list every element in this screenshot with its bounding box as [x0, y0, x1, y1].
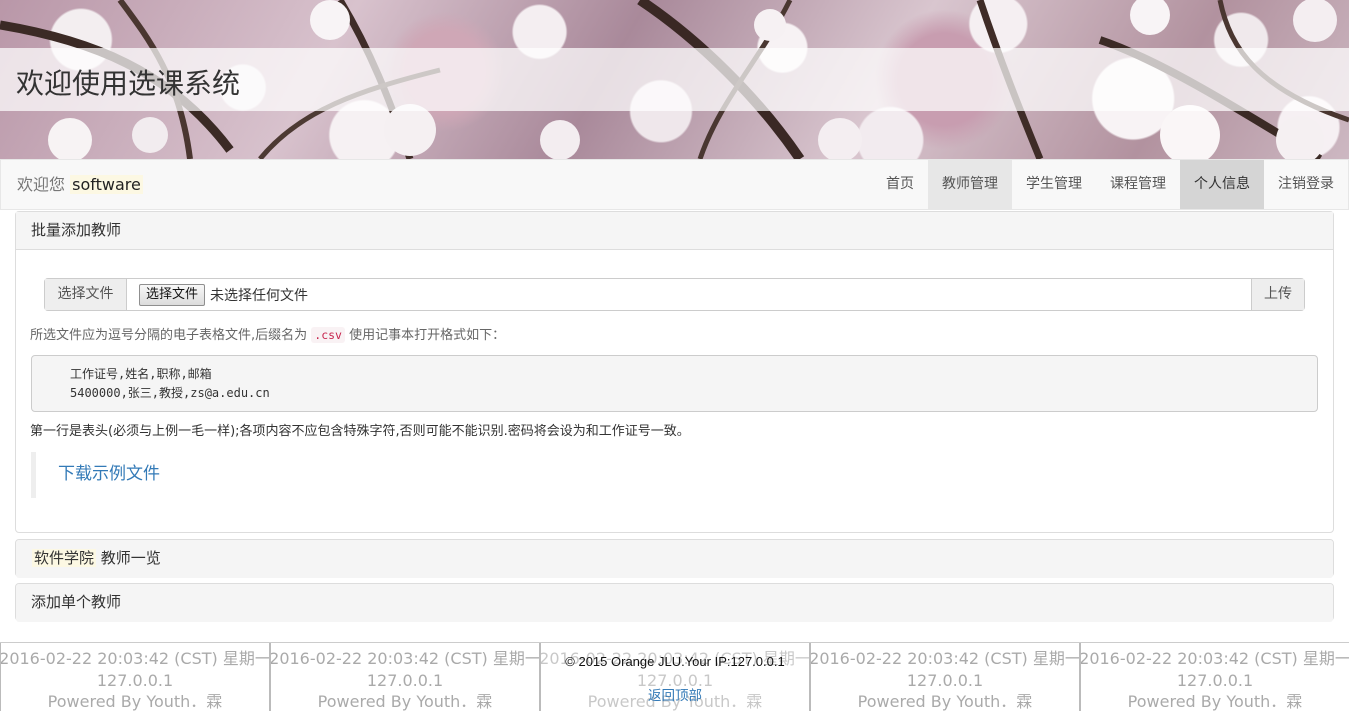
- download-sample-link[interactable]: 下载示例文件: [58, 464, 160, 484]
- download-blockquote: 下载示例文件: [31, 452, 160, 498]
- footer-datetime: 2016-02-22 20:03:42 (CST) 星期一: [810, 649, 1080, 668]
- footer-ip: 127.0.0.1: [366, 670, 444, 690]
- footer-tile: 2016-02-22 20:03:42 (CST) 星期一 127.0.0.1 …: [1080, 643, 1349, 711]
- username: software: [70, 175, 143, 194]
- teacher-list-panel: 软件学院 教师一览: [15, 539, 1334, 578]
- file-input[interactable]: 选择文件 未选择任何文件: [127, 279, 1251, 310]
- nav-student-management[interactable]: 学生管理: [1012, 160, 1096, 209]
- header-banner: 欢迎使用选课系统: [0, 0, 1349, 159]
- teacher-list-title: 教师一览: [100, 549, 161, 567]
- footer-ip: 127.0.0.1: [96, 670, 174, 690]
- single-add-panel: 添加单个教师: [15, 583, 1334, 622]
- footer-powered: Powered By Youth．霖: [857, 692, 1033, 711]
- help-text-before: 所选文件应为逗号分隔的电子表格文件,后缀名为: [30, 328, 308, 343]
- upload-button[interactable]: 上传: [1251, 279, 1304, 310]
- csv-extension-code: .csv: [311, 327, 345, 343]
- header-note: 第一行是表头(必须与上例一毛一样);各项内容不应包含特殊字符,否则可能不能识别.…: [30, 424, 690, 439]
- csv-example-block: 工作证号,姓名,职称,邮箱 5400000,张三,教授,zs@a.edu.cn: [31, 355, 1318, 412]
- top-navbar: 欢迎您 software 首页 教师管理 学生管理 课程管理 个人信息 注销登录: [0, 159, 1349, 210]
- footer-center: © 2015 Orange JLU.Your IP:127.0.0.1 返回顶部: [540, 643, 810, 711]
- choose-file-button[interactable]: 选择文件: [139, 283, 206, 306]
- footer-powered: Powered By Youth．霖: [47, 692, 223, 711]
- csv-example-row: 5400000,张三,教授,zs@a.edu.cn: [70, 386, 270, 400]
- file-addon-label: 选择文件: [45, 279, 127, 310]
- file-status-text: 未选择任何文件: [210, 287, 309, 304]
- footer-tile: 2016-02-22 20:03:42 (CST) 星期一 127.0.0.1 …: [810, 643, 1080, 711]
- footer-ip: 127.0.0.1: [906, 670, 984, 690]
- nav-menu: 首页 教师管理 学生管理 课程管理 个人信息 注销登录: [872, 160, 1348, 209]
- copyright-text: © 2015 Orange JLU.Your IP:127.0.0.1: [565, 654, 785, 669]
- welcome-text: 欢迎您 software: [17, 160, 143, 209]
- nav-home[interactable]: 首页: [872, 160, 928, 209]
- nav-teacher-management[interactable]: 教师管理: [928, 160, 1012, 209]
- footer-tile: 2016-02-22 20:03:42 (CST) 星期一 127.0.0.1 …: [270, 643, 540, 711]
- welcome-label: 欢迎您: [17, 175, 66, 194]
- file-format-help: 所选文件应为逗号分隔的电子表格文件,后缀名为 .csv 使用记事本打开格式如下：: [30, 326, 505, 345]
- nav-course-management[interactable]: 课程管理: [1096, 160, 1180, 209]
- nav-logout[interactable]: 注销登录: [1264, 160, 1348, 209]
- footer-ip: 127.0.0.1: [1176, 670, 1254, 690]
- batch-add-heading[interactable]: 批量添加教师: [16, 212, 1333, 250]
- footer-powered: Powered By Youth．霖: [317, 692, 493, 711]
- back-to-top-link[interactable]: 返回顶部: [540, 684, 810, 704]
- footer: 2016-02-22 20:03:42 (CST) 星期一 127.0.0.1 …: [0, 642, 1349, 711]
- single-add-heading[interactable]: 添加单个教师: [16, 584, 1333, 622]
- nav-personal-info[interactable]: 个人信息: [1180, 160, 1264, 209]
- footer-powered: Powered By Youth．霖: [1127, 692, 1303, 711]
- page-title: 欢迎使用选课系统: [16, 67, 241, 100]
- footer-datetime: 2016-02-22 20:03:42 (CST) 星期一: [0, 649, 270, 668]
- file-upload-group: 选择文件 选择文件 未选择任何文件 上传: [44, 278, 1305, 311]
- college-name: 软件学院: [32, 549, 97, 567]
- footer-datetime: 2016-02-22 20:03:42 (CST) 星期一: [1080, 649, 1349, 668]
- teacher-list-heading[interactable]: 软件学院 教师一览: [16, 540, 1333, 578]
- csv-example-header: 工作证号,姓名,职称,邮箱: [70, 367, 212, 381]
- help-text-after: 使用记事本打开格式如下：: [349, 328, 506, 343]
- batch-add-panel: 批量添加教师 选择文件 选择文件 未选择任何文件 上传 所选文件应为逗号分隔的电…: [15, 211, 1334, 533]
- footer-tile: 2016-02-22 20:03:42 (CST) 星期一 127.0.0.1 …: [0, 643, 270, 711]
- footer-datetime: 2016-02-22 20:03:42 (CST) 星期一: [270, 649, 540, 668]
